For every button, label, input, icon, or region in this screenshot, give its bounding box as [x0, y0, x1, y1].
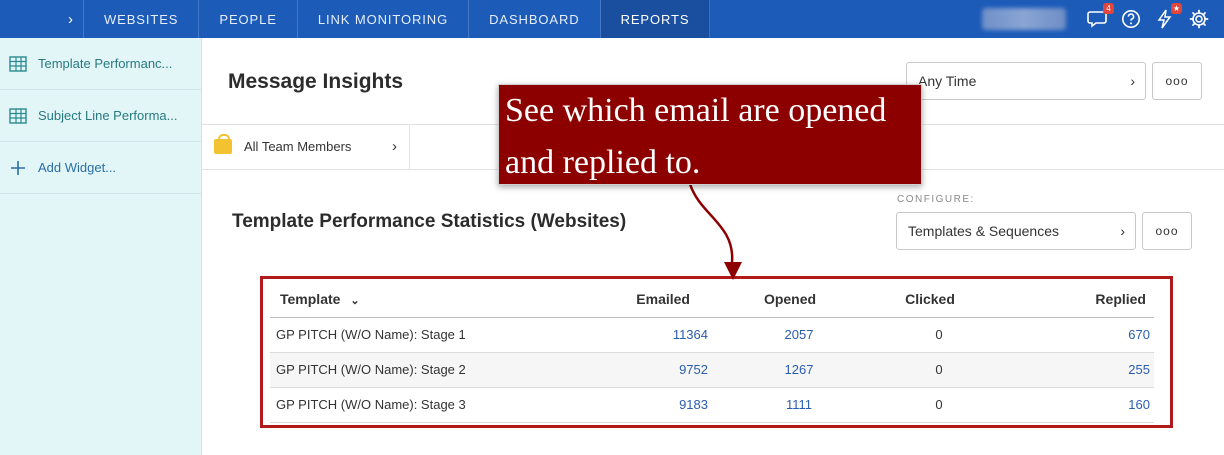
time-range-value: Any Time [918, 73, 977, 89]
top-navigation: › WEBSITES PEOPLE LINK MONITORING DASHBO… [0, 0, 1224, 38]
widget-sidebar: Template Performanc... Subject Line Perf… [0, 38, 202, 455]
annotation-highlight-box [260, 276, 1173, 428]
notifications-button[interactable]: ★ [1154, 3, 1182, 30]
sidebar-item-template-performance[interactable]: Template Performanc... [0, 38, 201, 90]
question-icon [1122, 10, 1140, 28]
team-members-filter[interactable]: All Team Members › [202, 124, 410, 170]
time-range-select[interactable]: Any Time › [906, 62, 1146, 100]
nav-item-reports[interactable]: REPORTS [600, 0, 711, 38]
help-button[interactable] [1120, 8, 1142, 30]
configure-select[interactable]: Templates & Sequences › [896, 212, 1136, 250]
annotation-line-1: See which email are opened [505, 92, 887, 129]
nav-item-websites[interactable]: WEBSITES [84, 0, 200, 38]
sidebar-item-add-widget[interactable]: Add Widget... [0, 142, 201, 194]
nav-right-tools: 4 ★ [982, 0, 1224, 38]
sidebar-item-label: Template Performanc... [38, 56, 173, 71]
nav-item-link-monitoring[interactable]: LINK MONITORING [298, 0, 470, 38]
team-filter-label: All Team Members [244, 139, 352, 154]
plus-icon [11, 160, 25, 175]
nav-item-dashboard[interactable]: DASHBOARD [469, 0, 601, 38]
sidebar-item-subject-line-performance[interactable]: Subject Line Performa... [0, 90, 201, 142]
page-title: Message Insights [228, 70, 404, 93]
header-more-button[interactable]: ooo [1152, 62, 1202, 100]
settings-button[interactable] [1188, 8, 1210, 30]
chevron-right-icon: › [68, 10, 73, 28]
more-options-icon: ooo [1155, 224, 1179, 238]
annotation-line-2: and replied to. [505, 144, 701, 181]
chevron-right-icon: › [1120, 223, 1125, 239]
nav-expand-button[interactable]: › [0, 0, 84, 38]
lock-icon [214, 134, 232, 154]
nav-item-people[interactable]: PEOPLE [199, 0, 298, 38]
notifications-badge: ★ [1170, 3, 1182, 14]
chevron-right-icon: › [1130, 73, 1135, 89]
account-name-redacted[interactable] [982, 8, 1066, 30]
sidebar-item-label: Subject Line Performa... [38, 108, 178, 123]
chevron-right-icon: › [392, 138, 397, 155]
table-icon [9, 55, 27, 72]
table-icon [9, 107, 27, 124]
configure-value: Templates & Sequences [908, 223, 1059, 239]
sidebar-item-label: Add Widget... [38, 160, 117, 175]
messages-badge: 4 [1103, 3, 1114, 14]
section-title: Template Performance Statistics (Website… [232, 211, 627, 232]
configure-label: CONFIGURE: [897, 194, 975, 205]
more-options-icon: ooo [1165, 74, 1189, 88]
section-more-button[interactable]: ooo [1142, 212, 1192, 250]
annotation-callout: See which email are opened and replied t… [498, 84, 922, 185]
gear-icon [1189, 9, 1209, 29]
messages-button[interactable]: 4 [1086, 3, 1114, 30]
